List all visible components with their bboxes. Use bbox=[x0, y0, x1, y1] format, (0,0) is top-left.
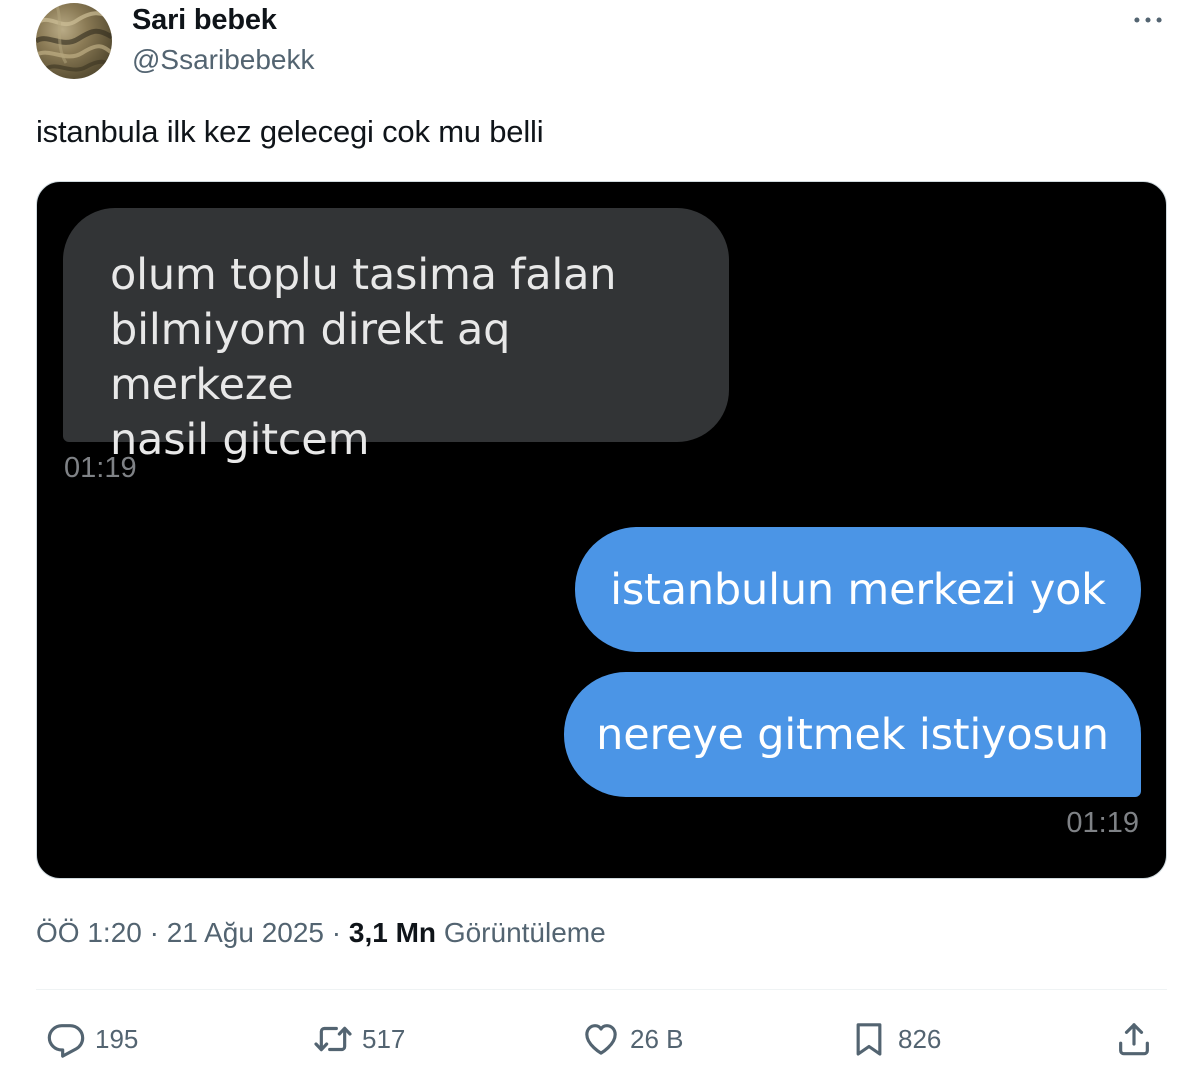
reply-icon bbox=[47, 1024, 85, 1058]
retweet-icon bbox=[314, 1026, 352, 1052]
meta-separator: · bbox=[331, 917, 342, 948]
tweet: Sari bebek @Ssaribebekk istanbula ilk ke… bbox=[0, 0, 1202, 1086]
outgoing-message-bubble: istanbulun merkezi yok bbox=[575, 527, 1141, 652]
outgoing-message-text: nereye gitmek istiyosun bbox=[596, 709, 1109, 760]
tweet-date[interactable]: 21 Ağu 2025 bbox=[167, 917, 324, 948]
share-icon bbox=[1119, 1023, 1149, 1056]
bookmark-button[interactable]: 826 bbox=[849, 1017, 941, 1061]
tweet-text: istanbula ilk kez gelecegi cok mu belli bbox=[36, 114, 544, 149]
share-button[interactable] bbox=[1114, 1017, 1154, 1061]
retweet-button[interactable]: 517 bbox=[313, 1017, 405, 1061]
bookmark-icon bbox=[856, 1023, 882, 1056]
like-button[interactable]: 26 B bbox=[581, 1017, 684, 1061]
incoming-message-line: nasil gitcem bbox=[110, 415, 370, 465]
incoming-message-bubble: olum toplu tasima falan bilmiyom direkt … bbox=[63, 208, 729, 465]
reply-button[interactable]: 195 bbox=[46, 1017, 138, 1061]
author-handle[interactable]: @Ssaribebekk bbox=[132, 44, 315, 76]
more-icon bbox=[1134, 17, 1162, 23]
avatar-image bbox=[36, 3, 112, 72]
incoming-message-line: bilmiyom direkt aq merkeze bbox=[110, 305, 511, 410]
divider bbox=[36, 989, 1167, 990]
retweet-count: 517 bbox=[362, 1023, 406, 1054]
tweet-time[interactable]: ÖÖ 1:20 bbox=[36, 917, 142, 948]
views-label: Görüntüleme bbox=[443, 917, 606, 948]
like-count: 26 B bbox=[630, 1023, 684, 1054]
meta-separator: · bbox=[149, 917, 159, 948]
like-icon bbox=[585, 1024, 617, 1055]
views-count: 3,1 Mn bbox=[348, 917, 437, 948]
tweet-meta: ÖÖ 1:20 · 21 Ağu 2025 · 3,1 Mn Görüntüle… bbox=[36, 917, 606, 949]
outgoing-message-bubble: nereye gitmek istiyosun bbox=[564, 672, 1141, 797]
bookmark-count: 826 bbox=[898, 1023, 942, 1054]
incoming-message-line: olum toplu tasima falan bbox=[110, 250, 617, 300]
avatar[interactable] bbox=[36, 3, 112, 79]
reply-count: 195 bbox=[95, 1023, 139, 1054]
incoming-message-time: 01:19 bbox=[64, 452, 137, 484]
outgoing-message-text: istanbulun merkezi yok bbox=[610, 564, 1106, 615]
more-button[interactable] bbox=[1120, 0, 1176, 40]
tweet-media-screenshot[interactable]: olum toplu tasima falan bilmiyom direkt … bbox=[36, 181, 1167, 879]
author-name[interactable]: Sari bebek bbox=[132, 4, 277, 37]
outgoing-message-time: 01:19 bbox=[1066, 807, 1139, 839]
